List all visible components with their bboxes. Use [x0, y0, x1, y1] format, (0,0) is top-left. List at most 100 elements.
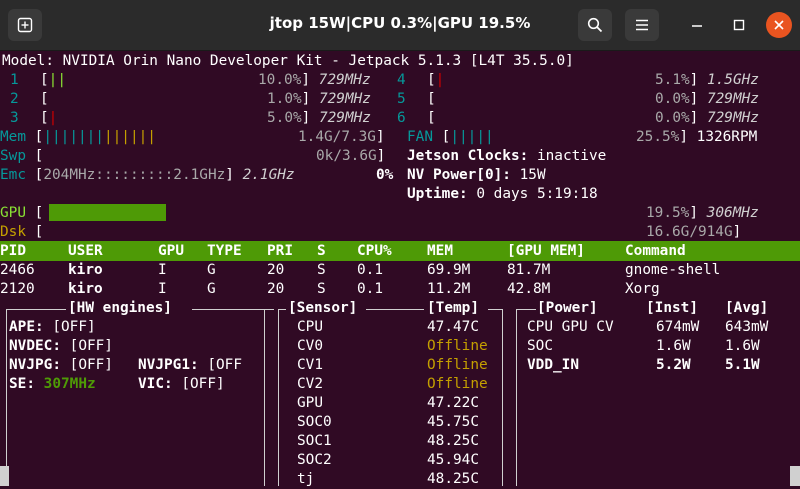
emc-bar: 204MHz:::::::::2.1GHz [43, 167, 226, 183]
search-button[interactable] [578, 9, 612, 41]
cpu-3-pct: 5.0% [267, 110, 302, 126]
row-2-type: G [207, 281, 216, 297]
fan-pct: 25.5% [636, 129, 680, 145]
terminal-area[interactable]: Model: NVIDIA Orin Nano Developer Kit - … [0, 51, 800, 487]
mem-label: Mem [0, 129, 26, 145]
row-1-command: gnome-shell [625, 262, 721, 278]
hamburger-menu-icon [636, 19, 648, 31]
cpu-2-row: 2 [10, 90, 19, 109]
nvdec-row: NVDEC: [OFF] [9, 337, 113, 356]
nv-power-value: 15W [519, 167, 546, 183]
cpu-4-freq: 1.5GHz [706, 72, 759, 88]
sensor-temp: Offline [427, 338, 488, 354]
sensor-temp: 47.47C [427, 319, 479, 335]
cpu-6-pct: 0.0% [655, 110, 690, 126]
swp-row: Swp [ [0, 148, 44, 164]
row-2-pri: 20 [267, 281, 285, 297]
nv-power-row: NV Power[0]: 15W [407, 166, 546, 185]
nvdec-label: NVDEC: [9, 338, 61, 354]
ape-value: [OFF] [52, 319, 96, 335]
maximize-button[interactable] [726, 12, 752, 38]
row-2-user: kiro [68, 281, 103, 297]
col-gpu-mem[interactable]: [GPU MEM] [507, 242, 585, 261]
gpu-freq: 306MHz [706, 205, 759, 221]
mem-value: 1.4G/7.3G [298, 129, 376, 145]
col-user[interactable]: USER [68, 242, 103, 261]
cpu-6-row: 6 [397, 109, 406, 128]
hw-engines-border-top-left [6, 309, 66, 310]
cpu-4-id: 4 [397, 72, 406, 88]
cpu-6-id: 6 [397, 110, 406, 126]
sensor-temp: 48.25C [427, 433, 479, 449]
scrollbar-right[interactable] [790, 466, 800, 486]
cpu-5-pct: 0.0% [655, 91, 690, 107]
fan-rpm: 1326RPM [696, 129, 758, 145]
cpu-3-row: 3 [10, 109, 19, 128]
fan-values: 25.5%] 1326RPM [636, 129, 758, 145]
disk-value: 16.6G/914G [646, 224, 733, 240]
col-cpu[interactable]: CPU% [357, 242, 392, 261]
gpu-values: 19.5%] 306MHz [646, 205, 759, 221]
se-row: SE: 307MHz [9, 375, 96, 394]
nvjpg1-value: [OFF [207, 357, 242, 373]
power-row-1-inst: 674mW [656, 319, 700, 335]
col-command[interactable]: Command [625, 242, 686, 261]
minimize-button[interactable] [684, 12, 710, 38]
vic-row: VIC: [OFF] [138, 375, 225, 394]
jetson-clocks-label: Jetson Clocks: [407, 148, 529, 164]
cpu-4-values: 5.1%] 1.5GHz [655, 72, 759, 88]
sensor-border-top-mid [366, 309, 424, 310]
sensor-temp: 45.94C [427, 452, 479, 468]
cpu-1-pct: 10.0% [258, 72, 302, 88]
col-gpu[interactable]: GPU [158, 242, 184, 261]
nvjpg-label: NVJPG: [9, 357, 61, 373]
col-type[interactable]: TYPE [207, 242, 242, 261]
col-pid[interactable]: PID [0, 242, 26, 261]
cpu-6-bar: [ [427, 110, 436, 126]
sensor-temp: Offline [427, 376, 488, 392]
scrollbar-thumb[interactable] [0, 466, 9, 486]
uptime-label: Uptime: [407, 186, 468, 202]
col-pri[interactable]: PRI [267, 242, 293, 261]
row-2-pid: 2120 [0, 281, 35, 297]
menu-button[interactable] [625, 9, 659, 41]
nvjpg1-row: NVJPG1: [OFF [138, 356, 242, 375]
row-1-mem: 69.9M [427, 262, 471, 278]
mem-bars-cache: |||||| [103, 129, 156, 145]
gpu-row: GPU [ [0, 205, 44, 221]
hw-engines-title: [HW engines] [68, 300, 172, 316]
row-1-cpu: 0.1 [357, 262, 383, 278]
swp-value: 0k/3.6G [316, 148, 377, 164]
row-2-command: Xorg [625, 281, 660, 297]
power-row-3-avg: 5.1W [725, 357, 760, 373]
jetson-clocks-row: Jetson Clocks: inactive [407, 147, 606, 166]
power-inst-title: [Inst] [646, 300, 698, 316]
cpu-1-values: 10.0%] 729MHz [258, 72, 371, 88]
cpu-3-bar: [| [40, 110, 58, 126]
ape-row: APE: [OFF] [9, 318, 96, 337]
sensor-temp: 47.22C [427, 395, 479, 411]
cpu-3-values: 5.0%] 729MHz [267, 110, 371, 126]
close-button[interactable] [766, 12, 792, 38]
mem-row: Mem [||||||||||||| [0, 129, 156, 145]
row-2-gpu: I [158, 281, 167, 297]
cpu-2-id: 2 [10, 91, 19, 107]
row-2-gpu-mem: 42.8M [507, 281, 551, 297]
hw-engines-border-left [6, 309, 7, 486]
col-mem[interactable]: MEM [427, 242, 453, 261]
gpu-pct: 19.5% [646, 205, 690, 221]
cpu-4-bars: | [435, 72, 445, 88]
row-2-state: S [317, 281, 326, 297]
col-state[interactable]: S [317, 242, 326, 261]
gpu-usage-bar [49, 204, 166, 221]
power-row-2-avg: 1.6W [725, 338, 760, 354]
emc-pct-wrap: 0% [376, 166, 393, 185]
disk-label: Dsk [0, 224, 26, 240]
cpu-1-row: 1 [10, 71, 19, 90]
nvjpg-row: NVJPG: [OFF] [9, 356, 113, 375]
row-1-gpu-mem: 81.7M [507, 262, 551, 278]
sensor-name: tj [297, 471, 315, 487]
emc-label: Emc [0, 167, 26, 183]
nvjpg-value: [OFF] [69, 357, 113, 373]
disk-row: Dsk [ [0, 224, 44, 240]
